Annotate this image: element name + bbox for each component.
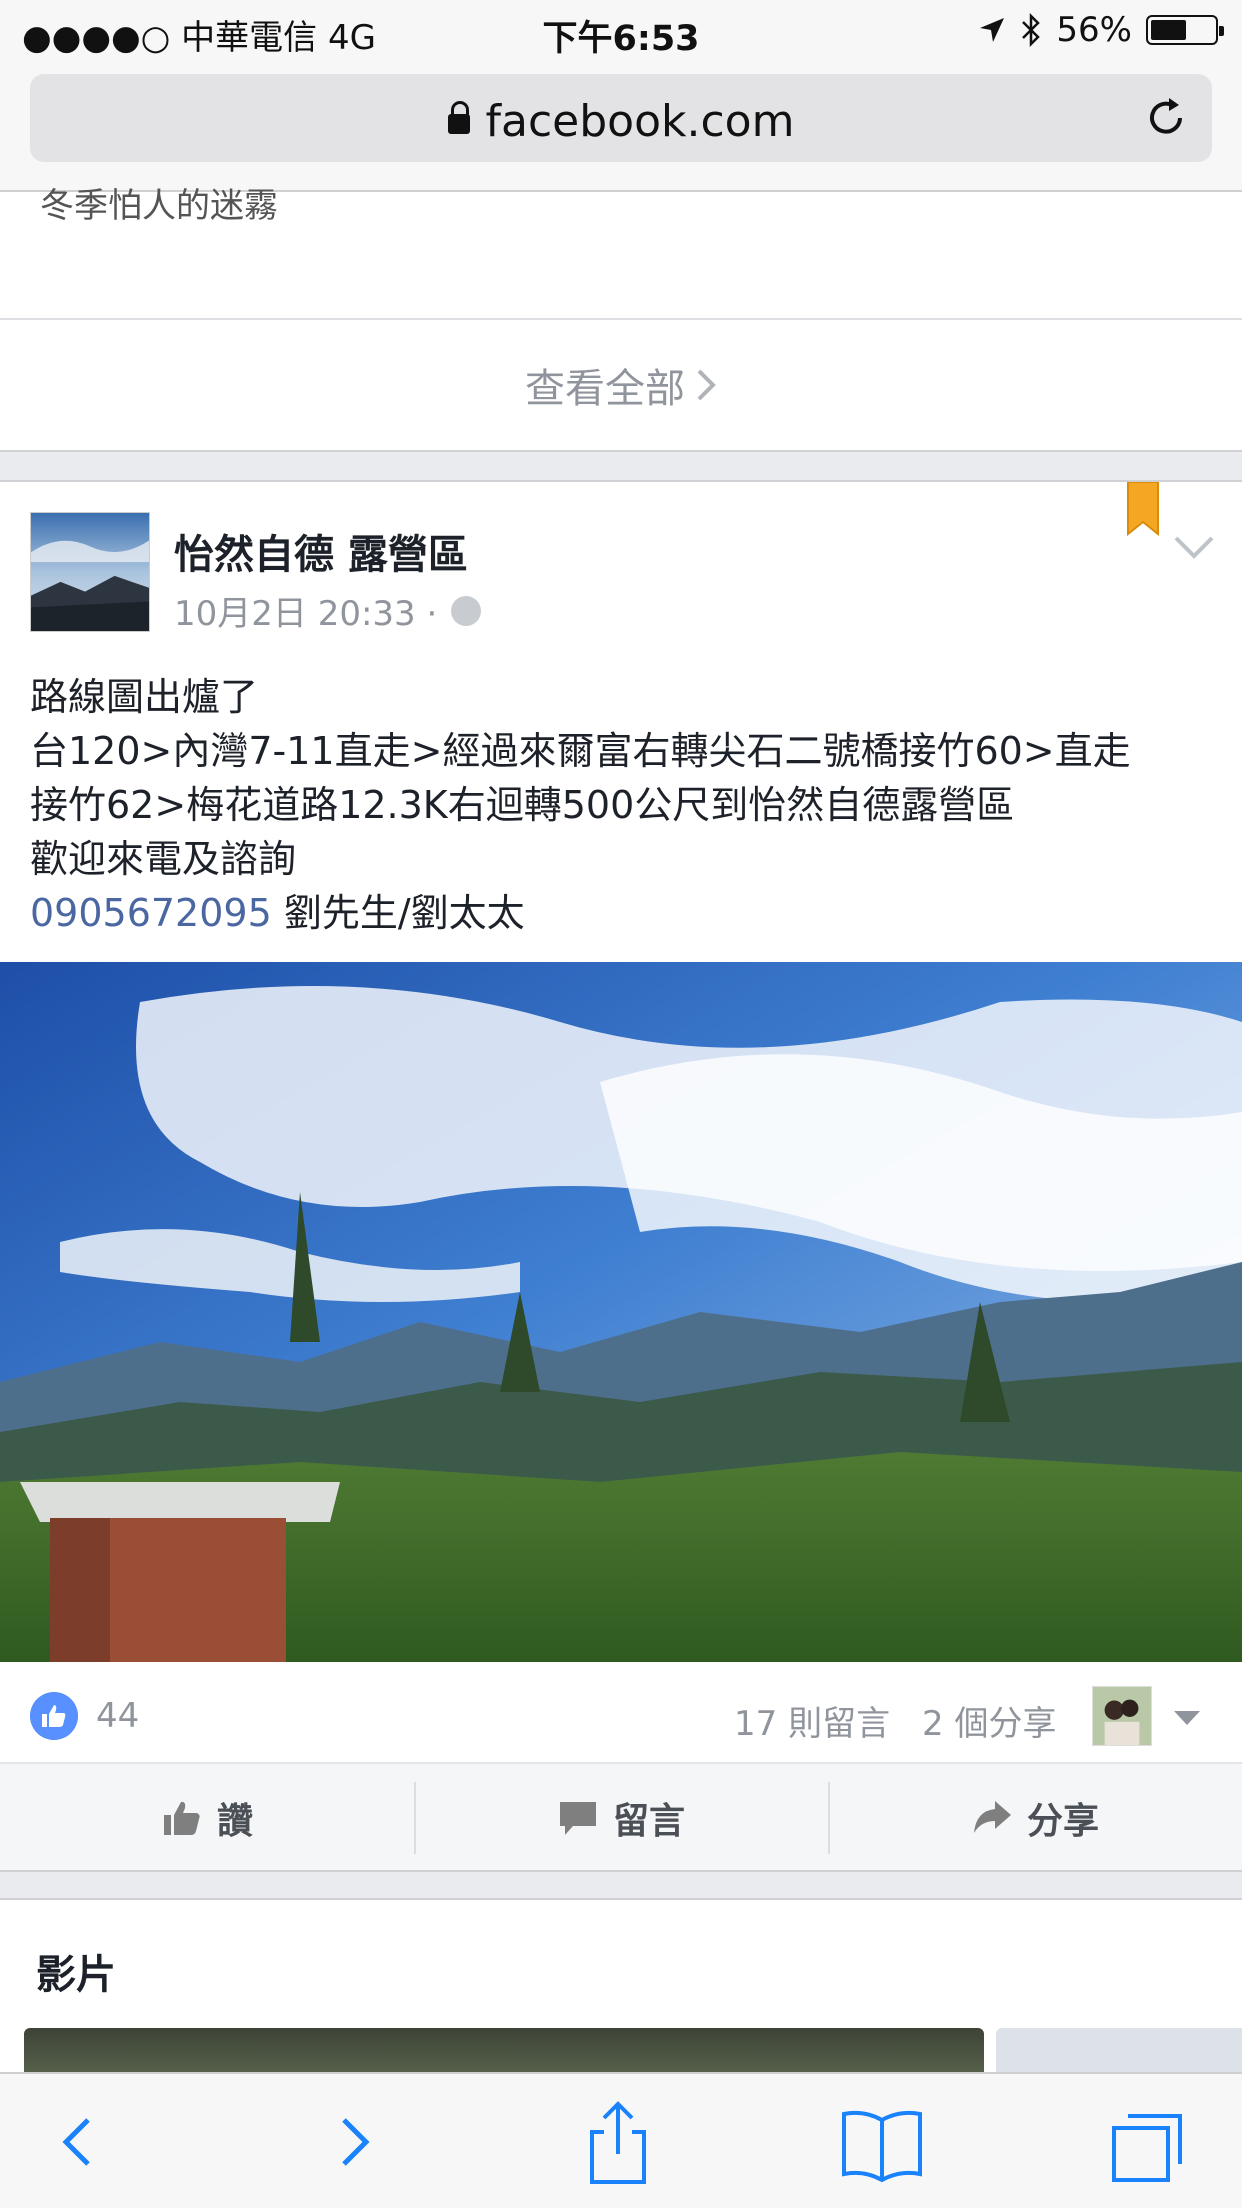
post-body: 路線圖出爐了 台120>內灣7-11直走>經過來爾富右轉尖石二號橋接竹60>直走… (30, 670, 1220, 940)
post-line: 歡迎來電及諮詢 (30, 837, 297, 881)
address-bar[interactable]: facebook.com (30, 74, 1212, 162)
share-sheet-icon[interactable] (570, 2094, 666, 2190)
browser-address-area: facebook.com (0, 62, 1242, 192)
video-thumbnail[interactable] (996, 2028, 1242, 2072)
battery-fill (1151, 20, 1186, 40)
lock-icon (447, 101, 470, 134)
like-count[interactable]: 44 (96, 1696, 139, 1736)
timestamp-text: 10月2日 20:33 · (174, 594, 438, 634)
post-card: 怡然自德 露營區 10月2日 20:33 · 路線圖出爐了 台120>內灣7-1… (0, 482, 1242, 1870)
status-right: 56% (978, 10, 1224, 50)
tabs-icon[interactable] (1100, 2094, 1196, 2190)
see-all-label: 查看全部 (525, 366, 685, 412)
like-reaction-icon[interactable] (30, 1692, 78, 1740)
url-display[interactable]: facebook.com (30, 96, 1212, 147)
clipped-post-text: 冬季怕人的迷霧 (40, 186, 278, 226)
post-photo[interactable] (0, 962, 1242, 1662)
page-avatar[interactable] (30, 512, 150, 632)
see-all-button[interactable]: 查看全部 (0, 320, 1242, 450)
post-line: 路線圖出爐了 (30, 675, 259, 719)
share-icon (973, 1801, 1011, 1833)
user-avatar[interactable] (1092, 1686, 1152, 1746)
post-line: 台120>內灣7-11直走>經過來爾富右轉尖石二號橋接竹60>直走 (30, 729, 1131, 773)
share-button[interactable]: 分享 (828, 1764, 1242, 1872)
reaction-summary: 44 17 則留言 2 個分享 (0, 1662, 1242, 1762)
forward-icon[interactable] (306, 2094, 402, 2190)
section-separator (0, 450, 1242, 482)
comment-label: 留言 (612, 1801, 685, 1842)
like-icon (163, 1801, 200, 1835)
battery-icon (1146, 15, 1224, 45)
status-bar: ●●●●○ 中華電信 4G 下午6:53 56% (0, 0, 1242, 62)
battery-percent: 56% (1056, 10, 1132, 50)
comment-button[interactable]: 留言 (414, 1764, 828, 1872)
url-text: facebook.com (485, 96, 795, 147)
share-label: 分享 (1026, 1801, 1099, 1842)
phone-link[interactable]: 0905672095 (30, 891, 272, 935)
share-count[interactable]: 2 個分享 (922, 1696, 1056, 1745)
like-button[interactable]: 讚 (0, 1764, 414, 1872)
browser-toolbar (0, 2072, 1242, 2208)
chevron-down-icon[interactable] (1172, 532, 1216, 562)
bookmarks-icon[interactable] (834, 2094, 930, 2190)
chevron-right-icon (697, 369, 716, 401)
bluetooth-icon (1022, 13, 1041, 47)
reload-icon[interactable] (1142, 94, 1190, 142)
back-icon[interactable] (30, 2094, 126, 2190)
location-arrow-icon (980, 18, 1005, 42)
post-action-bar: 讚 留言 分享 (0, 1762, 1242, 1870)
comment-icon (559, 1802, 596, 1835)
comment-count[interactable]: 17 則留言 (734, 1696, 890, 1745)
post-timestamp[interactable]: 10月2日 20:33 · (174, 586, 482, 635)
video-thumbnail[interactable] (24, 2028, 984, 2072)
contact-names: 劉先生/劉太太 (271, 891, 525, 935)
page-name-link[interactable]: 怡然自德 露營區 (174, 522, 468, 580)
videos-section-title: 影片 (36, 1952, 116, 1998)
globe-icon (451, 595, 482, 626)
caret-down-icon[interactable] (1172, 1708, 1202, 1728)
like-label: 讚 (216, 1801, 253, 1842)
post-line: 接竹62>梅花道路12.3K右迴轉500公尺到怡然自德露營區 (30, 783, 1015, 827)
section-separator (0, 1870, 1242, 1900)
bookmark-icon[interactable] (1126, 482, 1160, 536)
post-contact-line: 0905672095 劉先生/劉太太 (30, 886, 1220, 940)
